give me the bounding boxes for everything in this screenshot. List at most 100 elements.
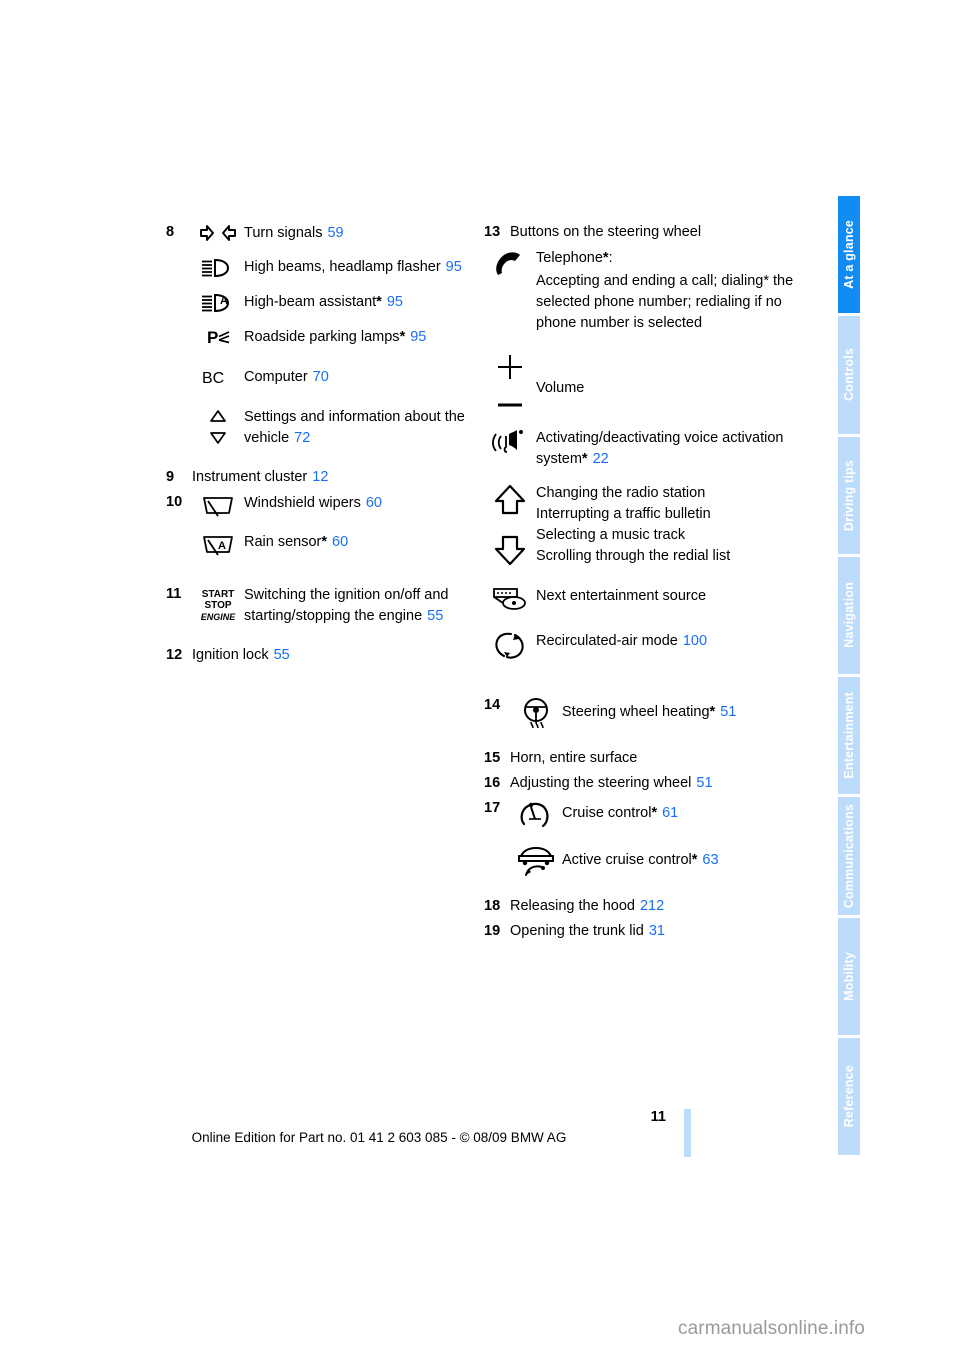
row-roadside-parking-lamps: P Roadside parking lamps* 95	[192, 326, 478, 348]
row-text: Volume	[536, 352, 584, 399]
row-text: Active cruise control* 63	[562, 843, 719, 871]
page-reference[interactable]: 60	[332, 534, 348, 550]
tab-navigation[interactable]: Navigation	[838, 556, 860, 674]
row-radio-track-controls: Changing the radio station Interrupting …	[484, 482, 804, 567]
row-computer: BC Computer 70	[192, 366, 478, 388]
list-item-15: 15 Horn, entire surface	[484, 748, 804, 769]
svg-text:ENGINE: ENGINE	[201, 612, 237, 622]
radio-line-1: Changing the radio station	[536, 485, 706, 501]
row-label: Settings and information about the vehic…	[244, 409, 465, 446]
row-label: Rain sensor	[244, 534, 322, 550]
item-number: 18	[484, 898, 501, 914]
cruise-control-icon	[510, 798, 562, 831]
tab-communications[interactable]: Communications	[838, 797, 860, 915]
row-label: High-beam assistant	[244, 294, 377, 310]
row-high-beams: High beams, headlamp flasher 95	[192, 256, 478, 279]
item-heading: Buttons on the steering wheel	[510, 224, 702, 240]
option-star: *	[321, 534, 328, 550]
volume-plus-minus-icon	[484, 352, 536, 415]
page-reference[interactable]: 72	[294, 430, 310, 446]
item-label: Horn, entire surface	[510, 750, 638, 766]
row-settings-information: Settings and information about the vehic…	[192, 406, 478, 449]
page-reference[interactable]: 70	[313, 369, 329, 385]
list-item-8: 8 Turn signals 59 High beams, headlamp f…	[166, 222, 478, 449]
telephone-handset-icon	[484, 247, 536, 282]
tab-at-a-glance[interactable]: At a glance	[838, 196, 860, 314]
item-number: 10	[166, 494, 183, 510]
recirculated-air-icon	[484, 630, 536, 661]
page-reference[interactable]: 95	[410, 329, 426, 345]
svg-text:START: START	[202, 589, 235, 600]
page-reference[interactable]: 55	[427, 608, 443, 624]
page-reference[interactable]: 12	[312, 469, 328, 485]
active-cruise-control-icon	[510, 843, 562, 878]
page-reference[interactable]: 95	[387, 294, 403, 310]
row-cruise-control: Cruise control* 61	[510, 798, 804, 831]
row-label: Steering wheel heating	[562, 704, 710, 720]
row-label: Activating/deactivating voice activation…	[536, 430, 784, 467]
radio-line-2: Interrupting a traffic bulletin	[536, 506, 711, 522]
row-label: Roadside parking lamps	[244, 329, 400, 345]
item-label: Adjusting the steering wheel	[510, 775, 692, 791]
row-text: Changing the radio station Interrupting …	[536, 482, 730, 567]
row-text: Rain sensor* 60	[244, 531, 348, 553]
page-reference[interactable]: 51	[696, 775, 712, 791]
page-reference[interactable]: 95	[446, 259, 462, 275]
item-text: Opening the trunk lid 31	[510, 921, 665, 942]
row-label: Windshield wipers	[244, 495, 361, 511]
page-reference[interactable]: 61	[662, 805, 678, 821]
row-turn-signals: Turn signals 59	[192, 222, 478, 244]
footer-accent-bar	[684, 1109, 691, 1157]
option-star: *	[691, 852, 698, 868]
row-entertainment-source: Next entertainment source	[484, 585, 804, 612]
page-reference[interactable]: 55	[274, 647, 290, 663]
item-label: Instrument cluster	[192, 469, 308, 485]
svg-text:STOP: STOP	[204, 600, 231, 611]
tab-label: Communications	[842, 803, 856, 908]
list-item-18: 18 Releasing the hood 212	[484, 896, 804, 917]
page-footer: 11 Online Edition for Part no. 01 41 2 6…	[0, 1108, 838, 1157]
row-label: Turn signals	[244, 225, 323, 241]
item-text: Adjusting the steering wheel 51	[510, 773, 713, 794]
row-text: Next entertainment source	[536, 585, 706, 607]
page-reference[interactable]: 59	[327, 225, 343, 241]
row-text: Turn signals 59	[244, 222, 344, 244]
telephone-title: Telephone*:	[536, 250, 613, 266]
row-voice-activation: Activating/deactivating voice activation…	[484, 427, 804, 470]
page-reference[interactable]: 63	[702, 852, 718, 868]
list-item-10: 10 Windshield wipers 60 A Rain sensor* 6…	[166, 492, 478, 558]
row-text: Windshield wipers 60	[244, 492, 382, 514]
tab-mobility[interactable]: Mobility	[838, 917, 860, 1035]
list-item-11: 11 START STOP ENGINE Switching the ignit…	[166, 584, 478, 627]
tab-label: Reference	[842, 1065, 856, 1128]
tab-label: At a glance	[842, 220, 856, 290]
edition-line: Online Edition for Part no. 01 41 2 603 …	[191, 1130, 567, 1145]
option-star: *	[602, 250, 609, 266]
item-text: Instrument cluster 12	[192, 467, 328, 488]
row-text: Cruise control* 61	[562, 798, 678, 824]
row-label: Volume	[536, 380, 585, 396]
page-reference[interactable]: 100	[683, 633, 707, 649]
tab-label: Controls	[842, 348, 856, 402]
row-windshield-wipers: Windshield wipers 60	[192, 492, 478, 519]
tab-reference[interactable]: Reference	[838, 1037, 860, 1155]
radio-line-3: Selecting a music track	[536, 527, 686, 543]
page-reference[interactable]: 51	[720, 704, 736, 720]
option-star: *	[581, 451, 588, 467]
tab-label: Mobility	[842, 951, 856, 1001]
row-rain-sensor: A Rain sensor* 60	[192, 531, 478, 558]
page-number: 11	[650, 1109, 666, 1125]
radio-line-4: Scrolling through the redial list	[536, 548, 731, 564]
page-reference[interactable]: 31	[649, 923, 665, 939]
page-reference[interactable]: 60	[366, 495, 382, 511]
item-number: 8	[166, 224, 175, 240]
row-text: Computer 70	[244, 366, 329, 388]
page-reference[interactable]: 212	[640, 898, 664, 914]
row-text: Roadside parking lamps* 95	[244, 326, 426, 348]
tab-driving-tips[interactable]: Driving tips	[838, 436, 860, 554]
tab-entertainment[interactable]: Entertainment	[838, 677, 860, 795]
item-label: Releasing the hood	[510, 898, 635, 914]
option-star: *	[399, 329, 406, 345]
tab-controls[interactable]: Controls	[838, 316, 860, 434]
page-reference[interactable]: 22	[593, 451, 609, 467]
